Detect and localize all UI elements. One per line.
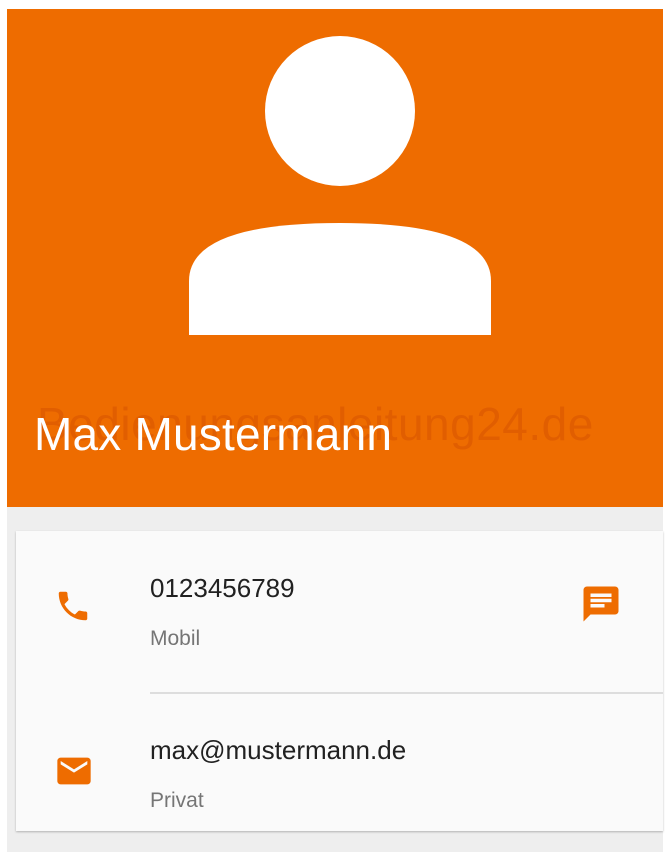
phone-type-label: Mobil (150, 627, 201, 650)
contact-name: Max Mustermann (34, 408, 393, 460)
phone-icon (54, 587, 92, 630)
phone-number: 0123456789 (150, 573, 295, 603)
contact-screen: Bedienungsanleitung24.de Max Mustermann … (0, 0, 665, 852)
email-row[interactable]: max@mustermann.de Privat (16, 693, 663, 843)
message-icon (580, 583, 622, 630)
contact-header: Bedienungsanleitung24.de Max Mustermann (7, 9, 663, 507)
email-type-label: Privat (150, 789, 204, 812)
send-message-button[interactable] (578, 583, 624, 629)
phone-row[interactable]: 0123456789 Mobil (16, 531, 663, 681)
avatar-placeholder-icon (7, 9, 663, 349)
email-icon (54, 751, 94, 796)
email-address: max@mustermann.de (150, 735, 407, 765)
contact-details-card: 0123456789 Mobil max@mustermann.de Priva… (16, 531, 663, 831)
